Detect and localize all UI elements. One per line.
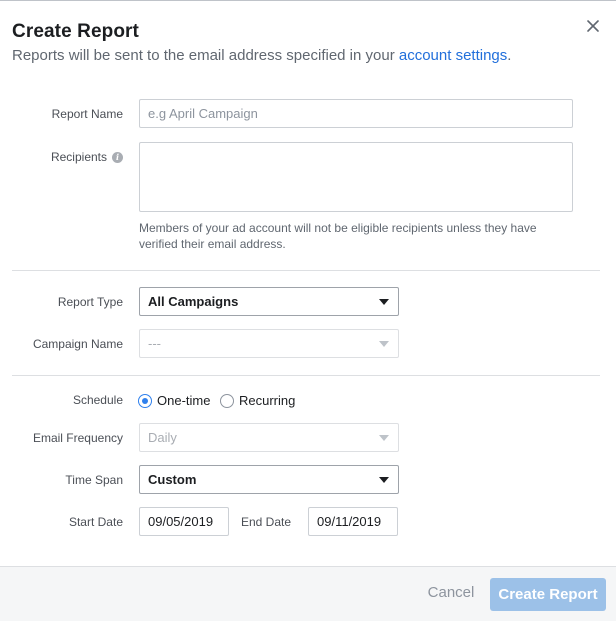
- report-name-input[interactable]: [139, 99, 573, 128]
- start-date-input[interactable]: [139, 507, 229, 536]
- schedule-one-time-label[interactable]: One-time: [157, 393, 210, 408]
- schedule-recurring-radio[interactable]: [220, 394, 234, 408]
- account-settings-link[interactable]: account settings: [399, 47, 507, 64]
- chevron-down-icon: [379, 476, 389, 483]
- chevron-down-icon: [379, 434, 389, 441]
- email-frequency-label: Email Frequency: [32, 431, 123, 445]
- dialog-title: Create Report: [12, 21, 139, 42]
- recipients-input[interactable]: [139, 142, 573, 212]
- cancel-button[interactable]: Cancel: [420, 584, 482, 601]
- report-type-select[interactable]: All Campaigns: [139, 287, 399, 316]
- time-span-value: Custom: [148, 472, 197, 487]
- report-type-value: All Campaigns: [148, 294, 239, 309]
- start-date-label: Start Date: [68, 515, 123, 529]
- info-icon[interactable]: i: [112, 152, 123, 163]
- create-report-dialog: Create Report Reports will be sent to th…: [0, 0, 616, 621]
- end-date-label: End Date: [241, 515, 292, 529]
- campaign-name-value: ---: [148, 336, 161, 351]
- create-report-button[interactable]: Create Report: [490, 578, 606, 611]
- email-frequency-select[interactable]: Daily: [139, 423, 399, 452]
- end-date-input[interactable]: [308, 507, 398, 536]
- subtitle-period: .: [507, 47, 512, 64]
- campaign-name-label: Campaign Name: [32, 337, 123, 351]
- recipients-label: Recipients: [50, 150, 107, 164]
- report-name-label: Report Name: [51, 107, 123, 121]
- email-frequency-value: Daily: [148, 430, 177, 445]
- section-divider: [12, 270, 600, 271]
- chevron-down-icon: [379, 298, 389, 305]
- close-icon: [587, 20, 599, 32]
- dialog-subtitle: Reports will be sent to the email addres…: [12, 47, 511, 64]
- campaign-name-select[interactable]: ---: [139, 329, 399, 358]
- time-span-label: Time Span: [65, 473, 123, 487]
- schedule-one-time-radio[interactable]: [138, 394, 152, 408]
- chevron-down-icon: [379, 340, 389, 347]
- report-type-label: Report Type: [57, 295, 123, 309]
- schedule-label: Schedule: [72, 393, 123, 407]
- section-divider: [12, 375, 600, 376]
- subtitle-text: Reports will be sent to the email addres…: [12, 47, 399, 64]
- close-button[interactable]: [584, 17, 602, 35]
- recipients-hint: Members of your ad account will not be e…: [139, 221, 537, 251]
- time-span-select[interactable]: Custom: [139, 465, 399, 494]
- schedule-recurring-label[interactable]: Recurring: [239, 393, 295, 408]
